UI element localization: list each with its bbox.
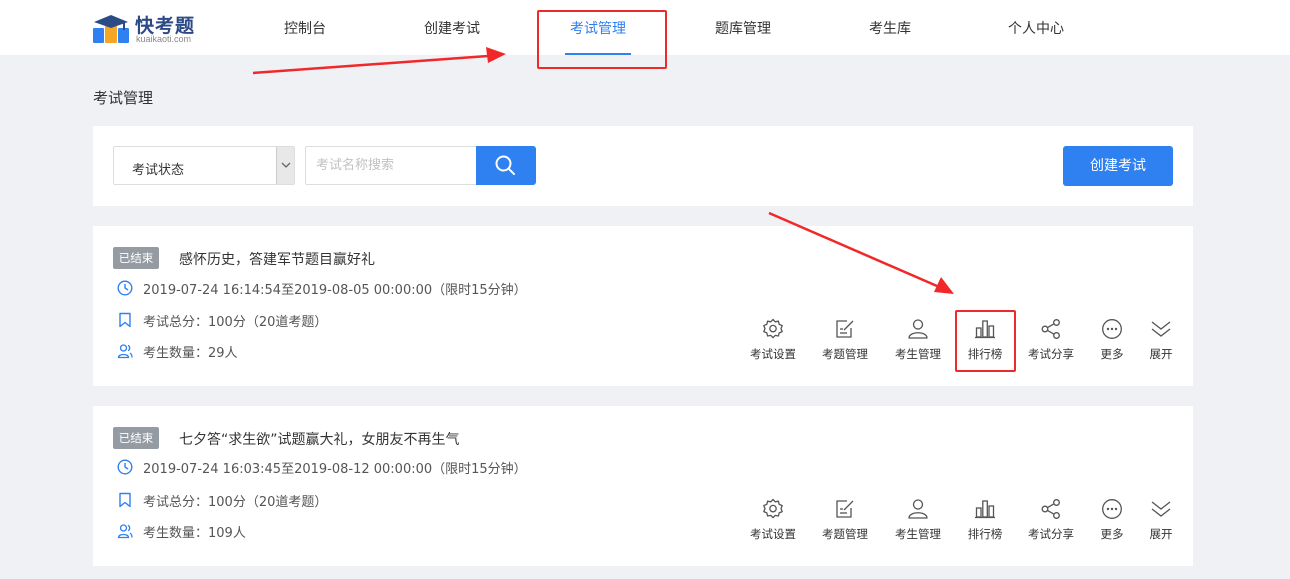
select-arrow[interactable] <box>276 147 294 184</box>
annotation-highlight-box <box>537 10 667 69</box>
action-label: 排行榜 <box>967 527 1003 541</box>
chevron-down-icon <box>281 162 291 168</box>
user-icon <box>908 319 928 339</box>
logo-domain: kuaikaoti.com <box>136 34 192 44</box>
chevron-double-down-icon <box>1151 501 1171 517</box>
action-label: 考试设置 <box>750 347 796 361</box>
share-icon <box>1041 319 1060 339</box>
annotation-arrow-to-nav <box>252 54 489 75</box>
leaderboard-button[interactable]: 排行榜 <box>955 498 1015 548</box>
expand-button[interactable]: 展开 <box>1131 318 1191 368</box>
exam-share-button[interactable]: 考试分享 <box>1021 318 1081 368</box>
exam-time: 2019-07-24 16:03:45至2019-08-12 00:00:00（… <box>143 462 527 477</box>
share-icon <box>1041 499 1060 519</box>
action-label: 考生管理 <box>895 527 941 541</box>
action-label: 考试分享 <box>1028 347 1074 361</box>
nav-item-dashboard[interactable]: 控制台 <box>284 18 326 38</box>
exam-card: 已结束 感怀历史，答建军节题目赢好礼 2019-07-24 16:14:54至2… <box>93 226 1193 386</box>
user-icon <box>908 499 928 519</box>
expand-button[interactable]: 展开 <box>1131 498 1191 548</box>
gear-icon <box>763 498 783 519</box>
users-icon <box>117 524 133 539</box>
page-title: 考试管理 <box>93 89 154 107</box>
action-label: 考题管理 <box>822 347 868 361</box>
bar-chart-icon <box>975 500 995 519</box>
annotation-highlight-box <box>955 310 1016 372</box>
action-label: 展开 <box>1149 527 1173 541</box>
status-badge: 已结束 <box>113 427 159 449</box>
exam-status-select-value: 考试状态 <box>132 163 185 178</box>
nav-item-examinee-library[interactable]: 考生库 <box>869 18 911 38</box>
action-label: 考试分享 <box>1028 527 1074 541</box>
exam-examinee-count: 考生数量：29人 <box>143 346 238 361</box>
clock-icon <box>117 459 133 475</box>
status-badge: 已结束 <box>113 247 159 269</box>
users-icon <box>117 344 133 359</box>
exam-examinee-count: 考生数量：109人 <box>143 526 246 541</box>
logo[interactable]: 快考题 kuaikaoti.com <box>92 10 202 46</box>
exam-title[interactable]: 七夕答“求生欲”试题赢大礼，女朋友不再生气 <box>179 429 460 449</box>
exam-card: 已结束 七夕答“求生欲”试题赢大礼，女朋友不再生气 2019-07-24 16:… <box>93 406 1193 566</box>
search-button[interactable] <box>476 146 536 185</box>
examinee-management-button[interactable]: 考生管理 <box>888 498 948 548</box>
bookmark-icon <box>119 492 131 508</box>
question-management-button[interactable]: 考题管理 <box>815 498 875 548</box>
exam-share-button[interactable]: 考试分享 <box>1021 498 1081 548</box>
exam-settings-button[interactable]: 考试设置 <box>743 498 803 548</box>
exam-name-search-input[interactable] <box>305 146 477 185</box>
edit-icon <box>836 500 854 518</box>
nav-item-create-exam[interactable]: 创建考试 <box>424 18 480 38</box>
more-icon <box>1102 499 1122 519</box>
more-icon <box>1102 319 1122 339</box>
nav-item-question-bank[interactable]: 题库管理 <box>715 18 771 38</box>
exam-status-select[interactable]: 考试状态 <box>113 146 295 185</box>
exam-total-score: 考试总分：100分（20道考题） <box>143 495 328 510</box>
exam-total-score: 考试总分：100分（20道考题） <box>143 315 328 330</box>
question-management-button[interactable]: 考题管理 <box>815 318 875 368</box>
action-label: 考生管理 <box>895 347 941 361</box>
action-label: 考题管理 <box>822 527 868 541</box>
exam-settings-button[interactable]: 考试设置 <box>743 318 803 368</box>
graduation-cap-books-icon <box>93 15 129 43</box>
edit-icon <box>836 320 854 338</box>
search-icon <box>495 155 515 175</box>
filter-bar: 考试状态 创建考试 <box>93 126 1193 206</box>
gear-icon <box>763 318 783 339</box>
examinee-management-button[interactable]: 考生管理 <box>888 318 948 368</box>
create-exam-button[interactable]: 创建考试 <box>1063 146 1173 186</box>
action-label: 考试设置 <box>750 527 796 541</box>
chevron-double-down-icon <box>1151 321 1171 337</box>
exam-time: 2019-07-24 16:14:54至2019-08-05 00:00:00（… <box>143 283 527 298</box>
nav-item-personal-center[interactable]: 个人中心 <box>1008 18 1064 38</box>
bookmark-icon <box>119 312 131 328</box>
action-label: 展开 <box>1149 347 1173 361</box>
exam-title[interactable]: 感怀历史，答建军节题目赢好礼 <box>179 249 375 269</box>
clock-icon <box>117 280 133 296</box>
